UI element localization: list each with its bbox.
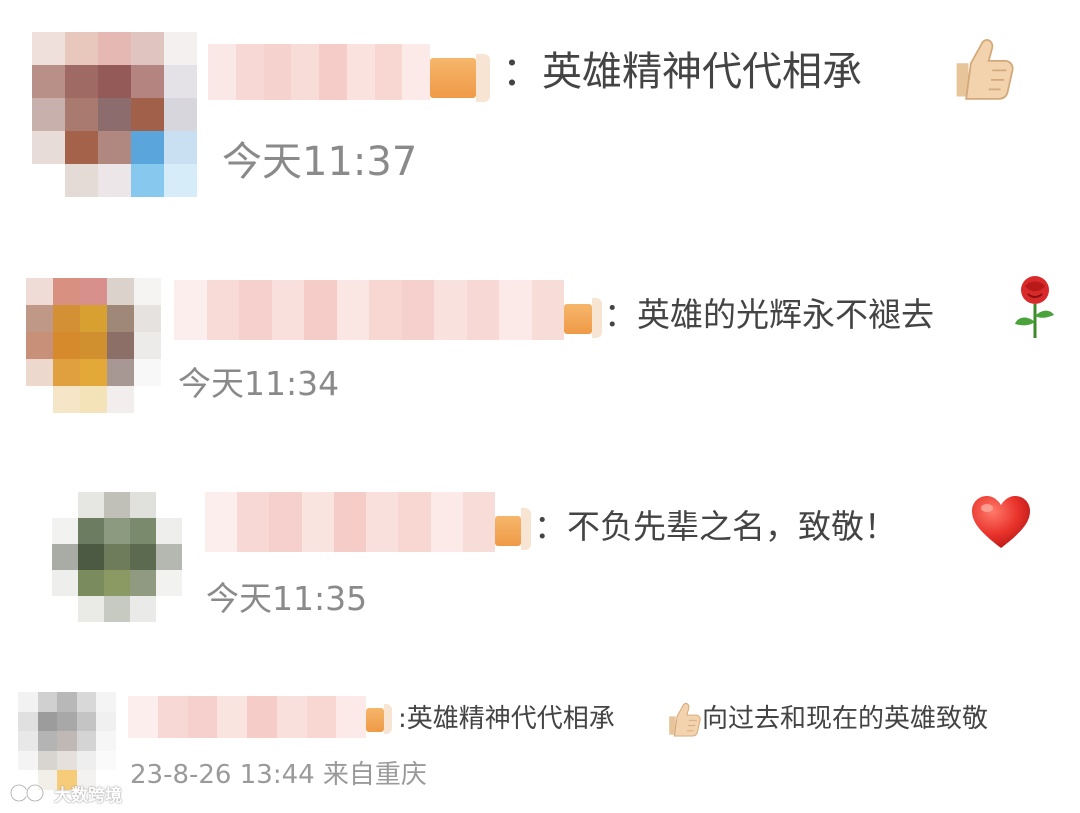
watermark-logo-icon: [9, 783, 45, 803]
avatar[interactable]: [32, 32, 197, 197]
comment-timestamp: 今天11:34: [178, 364, 340, 403]
comment-text: ：英雄的光辉永不褪去: [604, 295, 934, 334]
badge-edge: [384, 704, 392, 734]
username[interactable]: [174, 280, 564, 340]
comment-item: ：英雄的光辉永不褪去 今天11:34: [0, 260, 1080, 430]
badge-edge: [521, 508, 531, 550]
username[interactable]: [128, 696, 366, 738]
comment-text: :英雄精神代代相承: [398, 704, 615, 734]
comment-timestamp: 23-8-26 13:44 来自重庆: [130, 760, 427, 790]
member-badge-icon: [495, 516, 521, 546]
comment-item: ：英雄精神代代相承 今天11:37: [0, 0, 1080, 220]
badge-edge: [476, 54, 490, 102]
red-heart-icon: [972, 496, 1030, 548]
avatar[interactable]: [18, 692, 116, 790]
comment-text: ：不负先辈之名，致敬！: [534, 507, 897, 546]
comment-text-continued: 向过去和现在的英雄致敬: [702, 704, 989, 734]
rose-icon: [1015, 276, 1054, 338]
comment-timestamp: 今天11:37: [222, 139, 418, 185]
comment-timestamp: 今天11:35: [206, 579, 368, 618]
avatar[interactable]: [52, 492, 182, 622]
avatar[interactable]: [26, 278, 161, 413]
watermark-text: 大数跨境: [54, 785, 122, 806]
member-badge-icon: [366, 708, 384, 732]
comment-item: ：不负先辈之名，致敬！ 今天11:35: [0, 480, 1080, 650]
member-badge-icon: [564, 304, 592, 334]
thumbs-up-icon: [956, 39, 1014, 100]
watermark: 大数跨境: [8, 780, 122, 806]
member-badge-icon: [430, 58, 476, 98]
username[interactable]: [208, 44, 430, 100]
comment-text: ：英雄精神代代相承: [502, 49, 862, 95]
username[interactable]: [205, 492, 495, 552]
comment-item: :英雄精神代代相承 向过去和现在的英雄致敬 23-8-26 13:44 来自重庆: [0, 680, 1080, 813]
badge-edge: [592, 298, 602, 338]
thumbs-up-icon: [669, 703, 701, 737]
